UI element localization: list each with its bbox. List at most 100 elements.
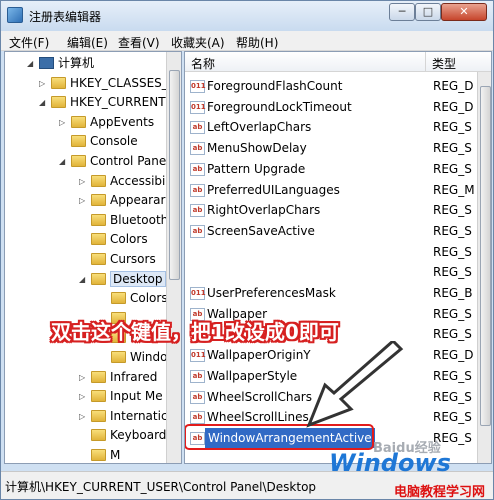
tree-node-label: Console	[90, 134, 138, 149]
value-row[interactable]: ab LeftOverlapChars REG_S	[185, 117, 477, 137]
value-row[interactable]: REG_S	[185, 262, 477, 282]
value-name: Pattern Upgrade	[207, 161, 306, 176]
value-type: REG_S	[433, 120, 472, 135]
string-value-icon: ab	[190, 162, 205, 176]
value-row[interactable]: ab PreferredUILanguages REG_M	[185, 180, 477, 200]
list-header: 名称 类型	[185, 52, 491, 72]
binary-value-icon: 011	[190, 287, 206, 300]
string-value-icon: ab	[190, 411, 205, 425]
expand-toggle-icon[interactable]: ▷	[39, 74, 49, 93]
computer-icon	[39, 57, 54, 69]
tree-node[interactable]: ◢ 计算机	[27, 54, 94, 73]
string-value-icon: ab	[190, 183, 205, 197]
string-value-icon: ab	[190, 142, 205, 156]
value-row[interactable]: ab ScreenSaveActive REG_S	[185, 221, 477, 241]
folder-icon	[91, 390, 106, 403]
tree-node-label: Desktop	[110, 270, 166, 287]
values-scrollbar[interactable]	[477, 72, 491, 463]
expand-toggle-icon[interactable]: ◢	[27, 54, 37, 73]
tree-node-label: Cursors	[110, 252, 156, 266]
tree-node[interactable]: ▷ Accessibi	[79, 172, 165, 191]
tree-node[interactable]: M	[91, 446, 120, 463]
expand-toggle-icon[interactable]: ▷	[79, 191, 89, 210]
value-type: REG_D	[433, 79, 474, 93]
value-row[interactable]: 011 ForegroundFlashCount REG_D	[185, 76, 477, 96]
registry-editor-icon	[7, 7, 23, 23]
value-type: REG_S	[433, 306, 472, 321]
value-row[interactable]: ab Pattern Upgrade REG_S	[185, 159, 477, 179]
expand-toggle-icon[interactable]: ◢	[59, 152, 69, 171]
tree-node[interactable]: Colors	[91, 230, 148, 249]
tree-node-label: Bluetooth	[110, 212, 169, 227]
expand-toggle-icon[interactable]: ▷	[59, 113, 69, 132]
value-row[interactable]: ab MenuShowDelay REG_S	[185, 138, 477, 158]
tree-node[interactable]: ◢ Desktop	[79, 270, 166, 289]
menu-edit[interactable]: 编辑(E)	[67, 34, 108, 51]
expand-toggle-icon[interactable]: ▷	[79, 407, 89, 426]
tree-node[interactable]: ◢ Control Panel	[59, 152, 170, 171]
tree-node[interactable]: Console	[71, 132, 138, 151]
folder-icon	[91, 409, 106, 422]
tree-node[interactable]: ▷ HKEY_CLASSES_	[39, 74, 168, 93]
value-row[interactable]: 011 UserPreferencesMask REG_B	[185, 283, 477, 303]
column-header-name[interactable]: 名称	[191, 55, 215, 72]
value-name: WallpaperStyle	[207, 368, 298, 383]
expand-toggle-icon[interactable]: ▷	[79, 387, 89, 406]
value-type: REG_D	[433, 99, 474, 114]
string-value-icon: ab	[190, 390, 205, 404]
folder-icon	[111, 292, 126, 305]
tree-node[interactable]: Colors	[111, 289, 168, 308]
tree-node[interactable]: ◢ HKEY_CURRENT	[39, 93, 166, 112]
minimize-button[interactable]: ─	[389, 3, 415, 21]
value-type: REG_S	[433, 265, 472, 280]
tree-scrollbar[interactable]	[166, 52, 181, 463]
value-name: UserPreferencesMask	[207, 286, 336, 300]
registry-tree-pane[interactable]: ◢ 计算机 ▷ HKEY_CLASSES_ ◢ HKEY_CURRENT ▷ AppEvent…	[4, 51, 182, 464]
expand-toggle-icon[interactable]: ◢	[39, 93, 49, 112]
tree-node-label: Windo	[130, 350, 168, 364]
folder-icon	[91, 272, 106, 285]
folder-icon	[91, 449, 106, 461]
tree-node-label: AppEvents	[90, 114, 155, 129]
tree-node[interactable]: Keyboard	[91, 426, 166, 445]
values-scroll-thumb[interactable]	[480, 86, 491, 426]
value-row[interactable]: REG_S	[185, 242, 477, 262]
value-name: LeftOverlapChars	[207, 120, 312, 135]
value-name: MenuShowDelay	[207, 141, 307, 156]
tree-node[interactable]: Bluetooth	[91, 211, 168, 230]
value-row[interactable]: 011 ForegroundLockTimeout REG_D	[185, 97, 477, 117]
string-value-icon: ab	[190, 224, 205, 238]
value-type: REG_S	[433, 389, 472, 404]
menu-file[interactable]: 文件(F)	[9, 34, 49, 51]
menu-view[interactable]: 查看(V)	[118, 34, 160, 51]
string-value-icon: ab	[190, 121, 205, 135]
folder-icon	[91, 370, 106, 383]
folder-icon	[91, 213, 106, 226]
expand-toggle-icon[interactable]: ◢	[79, 270, 89, 289]
column-header-type[interactable]: 类型	[432, 55, 456, 72]
expand-toggle-icon[interactable]: ▷	[79, 368, 89, 387]
tree-node[interactable]: ▷ Input Me	[79, 387, 163, 406]
tree-node-label: Colors	[110, 232, 148, 247]
tree-node-label: Appearar	[110, 193, 166, 208]
windows-watermark: Windows	[329, 449, 451, 477]
value-row[interactable]: ab RightOverlapChars REG_S	[185, 200, 477, 220]
tree-node[interactable]: Windo	[111, 348, 168, 367]
string-value-icon: ab	[190, 369, 205, 383]
tree-node[interactable]: ▷ Appearar	[79, 191, 166, 210]
close-button[interactable]: ✕	[441, 3, 487, 21]
tree-node[interactable]: ▷ AppEvents	[59, 113, 155, 132]
menu-favorites[interactable]: 收藏夹(A)	[171, 34, 225, 51]
binary-value-icon: 011	[190, 100, 206, 114]
tree-node[interactable]: ▷ Internatic	[79, 407, 168, 426]
menu-help[interactable]: 帮助(H)	[236, 34, 278, 51]
maximize-button[interactable]: □	[415, 3, 441, 21]
expand-toggle-icon[interactable]: ▷	[79, 172, 89, 191]
tree-scroll-thumb[interactable]	[169, 70, 180, 280]
tree-node[interactable]: Cursors	[91, 250, 156, 269]
column-separator[interactable]	[425, 52, 426, 72]
binary-value-icon: 011	[190, 80, 206, 93]
site-watermark: 电脑教程学习网	[394, 485, 486, 500]
tree-node[interactable]: ▷ Infrared	[79, 368, 157, 387]
value-type: REG_S	[433, 203, 472, 218]
